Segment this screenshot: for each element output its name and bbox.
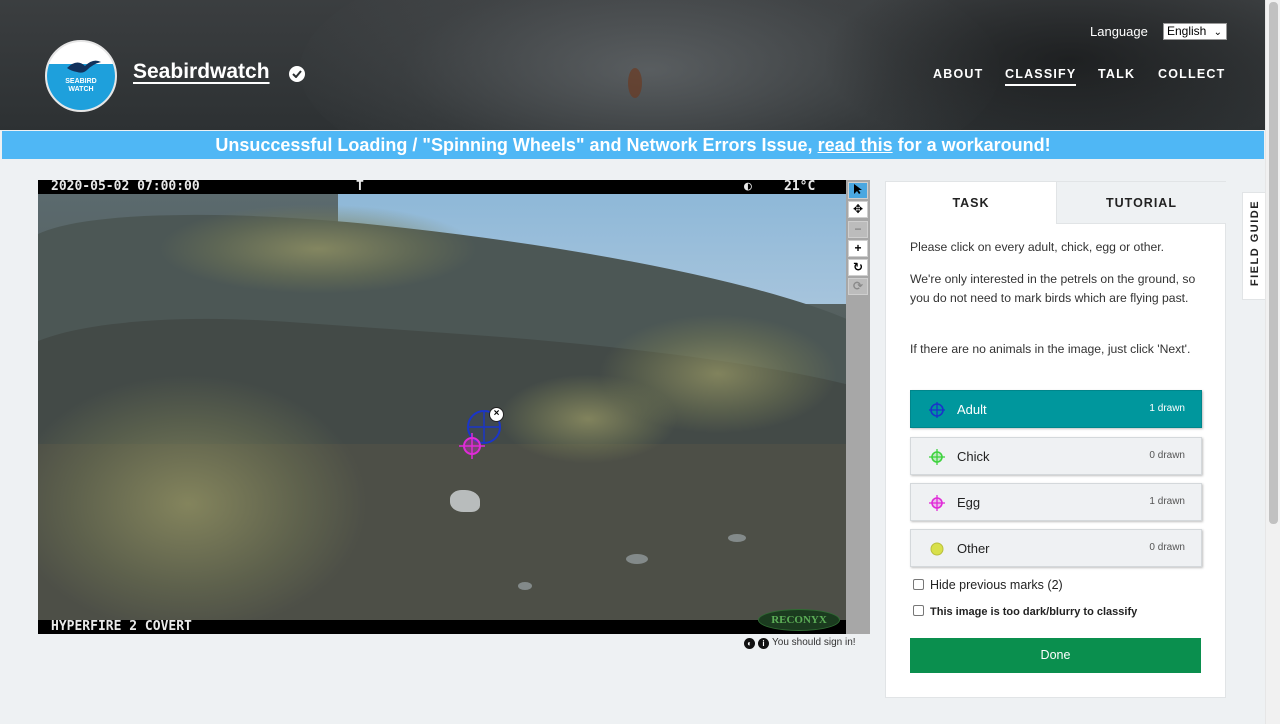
pointer-tool-button[interactable] (848, 182, 868, 199)
project-logo[interactable]: SEABIRD WATCH (45, 40, 117, 112)
reconyx-logo: RECONYX (758, 609, 840, 631)
viewer-footer: ◐ i You should sign in! (744, 637, 856, 649)
tool-count: 0 drawn (1149, 450, 1185, 461)
grass-patch (158, 204, 478, 294)
tool-egg[interactable]: Egg 1 drawn (910, 483, 1202, 521)
tool-count: 1 drawn (1149, 496, 1185, 507)
camera-photo[interactable]: × (38, 194, 846, 620)
grass-patch (498, 374, 678, 464)
camera-temperature: 21°C (784, 180, 816, 194)
header-background-shadow (820, 0, 1265, 130)
task-instruction: Please click on every adult, chick, egg … (910, 240, 1165, 254)
white-rock (450, 490, 480, 512)
signin-notice: You should sign in! (772, 637, 856, 648)
egg-crosshair-icon (929, 495, 945, 511)
lichen-spot (626, 554, 648, 564)
checkbox-icon (913, 605, 924, 616)
cursor-icon (854, 184, 862, 194)
header-background-detail (628, 68, 642, 98)
task-instruction: If there are no animals in the image, ju… (910, 342, 1191, 356)
tool-count: 1 drawn (1149, 403, 1185, 414)
checkbox-icon (913, 579, 924, 590)
reset-button[interactable]: ⟳ (848, 278, 868, 295)
image-toolbar: ✥ − + ↻ ⟳ (846, 180, 870, 634)
logo-text-line1: SEABIRD (65, 78, 97, 85)
lichen-spot (728, 534, 746, 542)
nav-classify[interactable]: CLASSIFY (1005, 67, 1077, 86)
plus-icon: + (854, 241, 862, 255)
site-header: SEABIRD WATCH Seabirdwatch Language Engl… (0, 0, 1265, 130)
tool-label: Chick (957, 449, 990, 464)
tool-label: Egg (957, 495, 981, 510)
zoom-out-button[interactable]: − (848, 221, 868, 238)
banner-text: Unsuccessful Loading / "Spinning Wheels"… (215, 135, 818, 155)
chick-crosshair-icon (929, 449, 945, 465)
adult-crosshair-icon (929, 402, 945, 418)
rotate-button[interactable]: ↻ (848, 259, 868, 276)
project-title-link[interactable]: Seabirdwatch (133, 60, 270, 84)
field-guide-tab[interactable]: FIELD GUIDE (1242, 192, 1266, 300)
camera-datetime: 2020-05-02 07:00:00 (51, 180, 200, 194)
done-button[interactable]: Done (910, 638, 1201, 673)
chevron-down-icon: ⌄ (1213, 27, 1222, 38)
camera-model: HYPERFIRE 2 COVERT (51, 619, 192, 634)
tab-task[interactable]: TASK (886, 182, 1056, 224)
language-selected-value: English (1167, 24, 1207, 38)
tool-count: 0 drawn (1149, 542, 1185, 553)
page-scrollbar[interactable] (1265, 0, 1280, 724)
too-dark-checkbox[interactable]: This image is too dark/blurry to classif… (913, 605, 1137, 618)
language-label: Language (1090, 24, 1148, 39)
delete-mark-icon[interactable]: × (489, 407, 504, 422)
invert-colors-icon[interactable]: ◐ (744, 638, 755, 649)
minus-icon: − (854, 222, 862, 236)
bird-icon (67, 60, 101, 73)
tab-tutorial[interactable]: TUTORIAL (1056, 182, 1226, 224)
info-icon[interactable]: i (758, 638, 769, 649)
nav-talk[interactable]: TALK (1098, 67, 1135, 81)
hide-marks-checkbox[interactable]: Hide previous marks (2) (913, 578, 1063, 592)
tool-label: Other (957, 541, 990, 556)
language-select[interactable]: English ⌄ (1163, 23, 1227, 40)
nav-collect[interactable]: COLLECT (1158, 67, 1225, 81)
field-guide-label: FIELD GUIDE (1249, 199, 1261, 287)
move-tool-button[interactable]: ✥ (848, 201, 868, 218)
camera-info-bar: 2020-05-02 07:00:00 T ◐ 21°C (38, 180, 846, 194)
camera-model-bar: HYPERFIRE 2 COVERT (38, 620, 846, 634)
task-instruction: We're only interested in the petrels on … (910, 272, 1196, 305)
tool-adult[interactable]: Adult 1 drawn (910, 390, 1202, 428)
hide-marks-label: Hide previous marks (2) (930, 578, 1063, 592)
tool-other[interactable]: Other 0 drawn (910, 529, 1202, 567)
logo-text: SEABIRD WATCH (47, 78, 115, 94)
task-panel: TASK TUTORIAL Please click on every adul… (885, 181, 1226, 698)
too-dark-label: This image is too dark/blurry to classif… (930, 606, 1138, 618)
move-arrows-icon: ✥ (852, 202, 864, 216)
logo-text-line2: WATCH (68, 86, 94, 93)
reset-icon: ⟳ (852, 279, 864, 293)
rotate-icon: ↻ (852, 260, 864, 274)
moon-phase-icon: ◐ (744, 180, 752, 194)
banner-read-this-link[interactable]: read this (818, 135, 893, 155)
egg-mark-crosshair-icon[interactable] (458, 432, 486, 460)
tool-label: Adult (957, 402, 987, 417)
banner-text-suffix: for a workaround! (892, 135, 1051, 155)
nav-about[interactable]: ABOUT (933, 67, 983, 81)
zoom-in-button[interactable]: + (848, 240, 868, 257)
tool-chick[interactable]: Chick 0 drawn (910, 437, 1202, 475)
lichen-spot (518, 582, 532, 590)
verified-badge-icon (289, 66, 305, 82)
announcement-banner: Unsuccessful Loading / "Spinning Wheels"… (2, 131, 1264, 159)
subject-image-viewer[interactable]: 2020-05-02 07:00:00 T ◐ 21°C × HYPERFIRE… (38, 180, 846, 634)
scrollbar-thumb[interactable] (1269, 2, 1278, 524)
other-dot-icon (930, 542, 944, 556)
camera-flag: T (356, 180, 364, 194)
